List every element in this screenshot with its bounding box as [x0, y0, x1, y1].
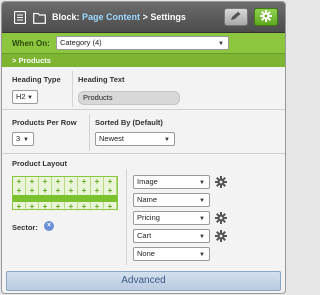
grid-add-cell-plus-icon[interactable]: + [39, 202, 52, 211]
grid-add-cell-plus-icon[interactable]: + [13, 202, 26, 211]
grid-add-cell-plus-icon[interactable]: + [13, 177, 26, 186]
folder-icon [33, 11, 46, 26]
grid-row: + + + + + + + + [13, 186, 117, 195]
block-label: Block: [52, 12, 80, 22]
layout-option-value: Image [137, 177, 158, 186]
chevron-down-icon: ▼ [164, 137, 170, 143]
gear-icon[interactable] [215, 176, 227, 188]
block-settings-panel: Block: Page Content > Settings When On: … [1, 1, 286, 294]
advanced-button[interactable]: Advanced [6, 271, 281, 291]
heading-type-label: Heading Type [12, 75, 61, 84]
when-on-value: Category (4) [60, 38, 102, 47]
heading-section: Heading Type H2 ▼ Heading Text Products [2, 68, 285, 110]
grid-add-cell-plus-icon[interactable]: + [104, 177, 117, 186]
sorted-by-value: Newest [99, 134, 125, 143]
grid-add-cell-plus-icon[interactable]: + [26, 186, 39, 195]
products-section-label: > Products [12, 56, 51, 65]
gear-icon[interactable] [215, 230, 227, 242]
heading-text-input[interactable]: Products [78, 91, 180, 105]
chevron-down-icon: ▼ [199, 198, 205, 204]
grid-add-cell-plus-icon[interactable]: + [91, 186, 104, 195]
products-per-row-label: Products Per Row [12, 118, 77, 127]
layout-option-value: Cart [137, 231, 152, 240]
heading-type-select[interactable]: H2 ▼ [12, 90, 38, 104]
divider [126, 169, 127, 265]
grid-add-cell-plus-icon[interactable]: + [39, 186, 52, 195]
chevron-down-icon: ▼ [23, 137, 29, 143]
chevron-down-icon: ▼ [199, 252, 205, 258]
edit-button[interactable] [224, 8, 248, 26]
product-layout-section: Product Layout + + + + + + + + + + + + + + + + + + + + + + +… [2, 155, 285, 267]
product-layout-grid[interactable]: + + + + + + + + + + + + + + + + + + + + + + + + [12, 176, 118, 211]
gear-icon [260, 10, 272, 24]
grid-add-cell-plus-icon[interactable]: + [91, 177, 104, 186]
layout-option-value: Pricing [137, 213, 160, 222]
grid-add-cell-plus-icon[interactable]: + [78, 202, 91, 211]
chevron-down-icon: ▼ [199, 180, 205, 186]
gear-icon[interactable] [215, 212, 227, 224]
grid-add-cell-plus-icon[interactable]: + [65, 202, 78, 211]
page-content-link[interactable]: Page Content [82, 12, 140, 22]
grid-add-cell-plus-icon[interactable]: + [78, 177, 91, 186]
breadcrumb-separator: > [142, 12, 148, 22]
products-per-row-value: 3 [16, 134, 21, 143]
product-layout-label: Product Layout [12, 159, 68, 168]
grid-add-cell-plus-icon[interactable]: + [52, 186, 65, 195]
grid-add-cell-plus-icon[interactable]: + [78, 186, 91, 195]
sorted-by-label: Sorted By (Default) [95, 118, 163, 127]
chevron-down-icon: ▼ [199, 234, 205, 240]
close-icon: × [46, 222, 52, 229]
layout-option-select[interactable]: Image ▼ [133, 175, 210, 189]
remove-sector-button[interactable]: × [44, 221, 54, 231]
heading-type-value: H2 [16, 92, 26, 101]
divider [72, 71, 73, 107]
chevron-down-icon: ▼ [199, 216, 205, 222]
grid-row: + + + + + + + + [13, 202, 117, 211]
layout-option-select[interactable]: Name ▼ [133, 193, 210, 207]
layout-option-value: None [137, 249, 155, 258]
layout-option-select[interactable]: None ▼ [133, 247, 210, 261]
products-per-row-select[interactable]: 3 ▼ [12, 132, 34, 146]
layout-option-select[interactable]: Cart ▼ [133, 229, 210, 243]
grid-add-cell-plus-icon[interactable]: + [52, 177, 65, 186]
chevron-down-icon: ▼ [218, 41, 224, 47]
title-bar: Block: Page Content > Settings [2, 2, 285, 33]
grid-add-cell-plus-icon[interactable]: + [26, 177, 39, 186]
layout-option-select[interactable]: Pricing ▼ [133, 211, 210, 225]
grid-selected-band[interactable] [13, 195, 117, 202]
sector-label: Sector: [12, 223, 38, 232]
grid-add-cell-plus-icon[interactable]: + [26, 202, 39, 211]
products-section-bar[interactable]: > Products [2, 53, 285, 67]
grid-add-cell-plus-icon[interactable]: + [104, 186, 117, 195]
grid-add-cell-plus-icon[interactable]: + [91, 202, 104, 211]
document-icon [13, 10, 27, 26]
grid-add-cell-plus-icon[interactable]: + [65, 186, 78, 195]
grid-add-cell-plus-icon[interactable]: + [52, 202, 65, 211]
grid-add-cell-plus-icon[interactable]: + [39, 177, 52, 186]
when-on-label: When On: [12, 39, 50, 48]
layout-option-value: Name [137, 195, 158, 204]
divider [89, 114, 90, 151]
when-on-bar: When On: Category (4) ▼ [2, 33, 285, 53]
grid-add-cell-plus-icon[interactable]: + [13, 186, 26, 195]
sorted-by-select[interactable]: Newest ▼ [95, 132, 175, 146]
grid-row: + + + + + + + + [13, 177, 117, 186]
grid-add-cell-plus-icon[interactable]: + [104, 202, 117, 211]
chevron-down-icon: ▼ [27, 95, 33, 101]
pencil-icon [230, 11, 242, 23]
heading-text-label: Heading Text [78, 75, 125, 84]
grid-add-cell-plus-icon[interactable]: + [65, 177, 78, 186]
settings-label: Settings [150, 12, 186, 22]
settings-gear-button[interactable] [254, 8, 278, 26]
page-title: Block: Page Content > Settings [52, 12, 186, 22]
products-per-row-section: Products Per Row 3 ▼ Sorted By (Default)… [2, 111, 285, 154]
when-on-select[interactable]: Category (4) ▼ [56, 36, 229, 50]
